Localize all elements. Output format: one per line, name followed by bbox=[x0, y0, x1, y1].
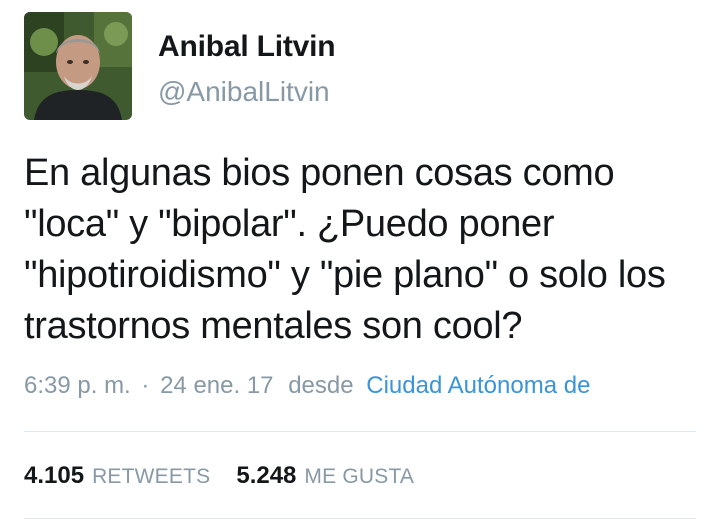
tweet-date[interactable]: 24 ene. 17 bbox=[160, 372, 273, 399]
tweet-text: En algunas bios ponen cosas como "loca" … bbox=[24, 152, 666, 347]
retweets-count: 4.105 bbox=[24, 462, 85, 489]
retweets-label: RETWEETS bbox=[92, 465, 211, 488]
likes-count: 5.248 bbox=[236, 462, 297, 489]
stats-divider-top bbox=[24, 431, 696, 432]
tweet-card: Anibal Litvin @AnibalLitvin En algunas b… bbox=[0, 0, 720, 523]
likes-label: ME GUSTA bbox=[304, 465, 415, 488]
retweets-stat[interactable]: 4.105 RETWEETS bbox=[24, 462, 210, 490]
likes-stat[interactable]: 5.248 ME GUSTA bbox=[236, 462, 414, 490]
author-handle[interactable]: @AnibalLitvin bbox=[158, 76, 330, 108]
tweet-time[interactable]: 6:39 p. m. bbox=[24, 372, 131, 399]
tweet-header: Anibal Litvin @AnibalLitvin bbox=[24, 12, 704, 122]
location-from-label: desde bbox=[288, 372, 354, 399]
avatar[interactable] bbox=[24, 12, 132, 120]
author-display-name[interactable]: Anibal Litvin bbox=[158, 30, 336, 64]
tweet-metadata: 6:39 p. m. · 24 ene. 17 desde Ciudad Aut… bbox=[24, 372, 590, 400]
tweet-location-link[interactable]: Ciudad Autónoma de bbox=[366, 372, 590, 399]
stats-divider-bottom bbox=[24, 518, 696, 519]
meta-separator: · bbox=[141, 372, 150, 399]
profile-photo-icon bbox=[24, 12, 132, 120]
tweet-stats: 4.105 RETWEETS 5.248 ME GUSTA bbox=[24, 462, 414, 490]
